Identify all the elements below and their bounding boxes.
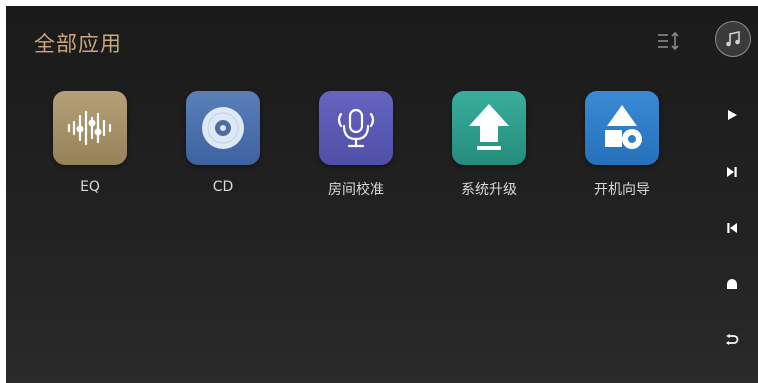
next-track-icon [727, 167, 737, 177]
previous-track-button[interactable] [722, 218, 742, 238]
app-eq[interactable]: EQ [35, 91, 145, 211]
eject-icon [727, 279, 737, 289]
equalizer-icon [53, 91, 127, 165]
disc-icon [186, 91, 260, 165]
back-icon [726, 334, 739, 345]
upload-arrow-icon [452, 91, 526, 165]
shapes-icon [585, 91, 659, 165]
play-icon [728, 110, 737, 120]
app-startup-wizard[interactable]: 开机向导 [567, 91, 677, 211]
app-cd[interactable]: CD [168, 91, 278, 211]
app-screen: 全部应用 EQ CD 房间校准 系统升级 开机向导 [6, 6, 758, 383]
previous-track-icon [727, 223, 737, 233]
microphone-icon [319, 91, 393, 165]
sort-button[interactable] [656, 30, 682, 52]
back-button[interactable] [722, 330, 742, 350]
music-icon [726, 31, 740, 47]
app-room-calibration[interactable]: 房间校准 [301, 91, 411, 211]
app-label-cd: CD [212, 179, 234, 195]
app-label-eq: EQ [80, 179, 100, 195]
music-button[interactable] [715, 21, 751, 57]
app-label-startup-wizard: 开机向导 [594, 182, 650, 198]
next-track-button[interactable] [722, 162, 742, 182]
app-label-room-calibration: 房间校准 [328, 182, 384, 198]
page-title: 全部应用 [34, 32, 122, 56]
sort-icon [658, 31, 679, 51]
app-system-upgrade[interactable]: 系统升级 [434, 91, 544, 211]
app-label-system-upgrade: 系统升级 [461, 182, 517, 198]
eject-button[interactable] [722, 274, 742, 294]
sidebar-controls [704, 6, 758, 383]
play-button[interactable] [722, 105, 742, 125]
app-grid: EQ CD 房间校准 系统升级 开机向导 [6, 91, 696, 211]
